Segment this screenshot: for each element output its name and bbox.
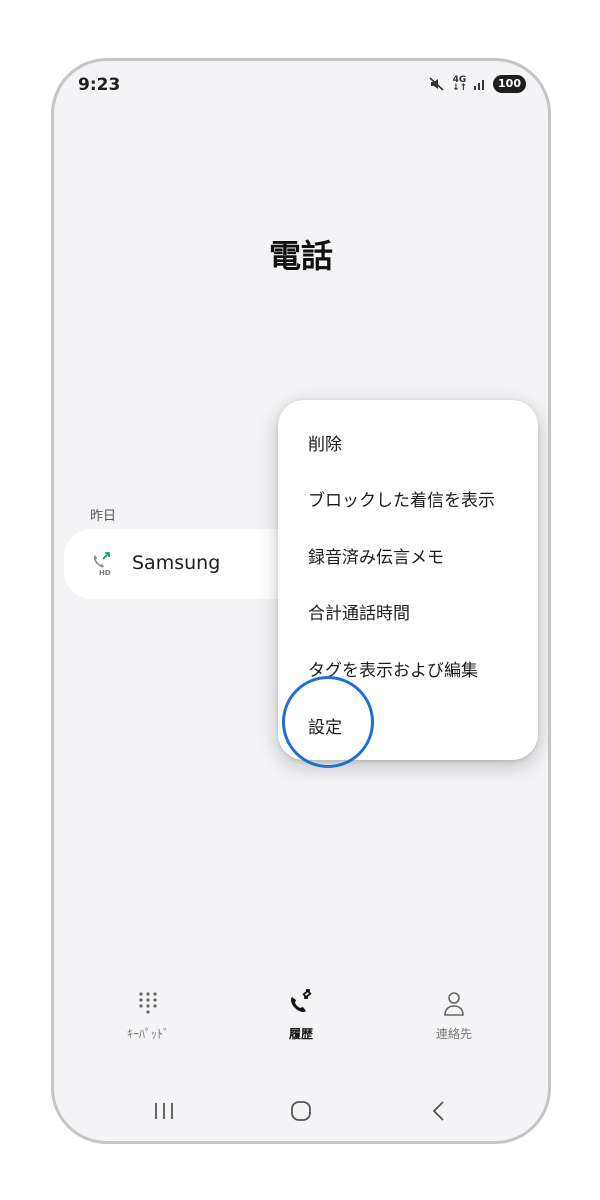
phone-frame: 9:23 4G ↓↑ 100 電話 昨日 HD Samsung 削除 ブロックし… [51,58,551,1144]
menu-item-delete[interactable]: 削除 [308,430,342,455]
tab-recents-label: 履歴 [288,1027,313,1041]
menu-item-tags[interactable]: タグを表示および編集 [308,656,478,681]
contact-name: Samsung [132,552,221,574]
page-title: 電話 [268,237,333,275]
recent-apps-icon[interactable] [144,1099,184,1123]
status-icons: 4G ↓↑ 100 [428,75,526,93]
signal-icon [474,80,485,90]
menu-item-voicemail[interactable]: 録音済み伝言メモ [308,543,444,568]
tab-keypad[interactable]: ｷｰﾊﾟｯﾄﾞ [88,989,208,1069]
section-header-yesterday: 昨日 [90,509,117,524]
home-icon[interactable] [281,1099,321,1123]
battery-indicator: 100 [493,75,526,93]
mute-icon [429,77,444,91]
menu-item-settings[interactable]: 設定 [308,713,342,738]
tab-contacts[interactable]: 連絡先 [394,989,514,1069]
tab-contacts-label: 連絡先 [435,1027,472,1041]
tab-recents[interactable]: 履歴 [241,989,361,1069]
network-type: 4G ↓↑ [451,75,468,93]
status-time: 9:23 [78,75,121,95]
menu-item-call-duration[interactable]: 合計通話時間 [308,599,410,624]
tab-keypad-label: ｷｰﾊﾟｯﾄﾞ [126,1027,169,1041]
status-bar: 9:23 4G ↓↑ 100 [54,61,548,111]
bottom-navigation: ｷｰﾊﾟｯﾄﾞ 履歴 連絡先 [54,989,548,1069]
recents-icon [291,989,312,1012]
svg-text:HD: HD [99,569,111,577]
back-icon[interactable] [419,1099,459,1123]
keypad-icon [139,992,157,1014]
menu-item-blocked-calls[interactable]: ブロックした着信を表示 [308,486,495,511]
overflow-menu: 削除 ブロックした着信を表示 録音済み伝言メモ 合計通話時間 タグを表示および編… [278,400,538,760]
contacts-icon [444,992,464,1016]
hd-outgoing-call-icon: HD [93,552,111,577]
system-navigation-bar [54,1091,548,1131]
